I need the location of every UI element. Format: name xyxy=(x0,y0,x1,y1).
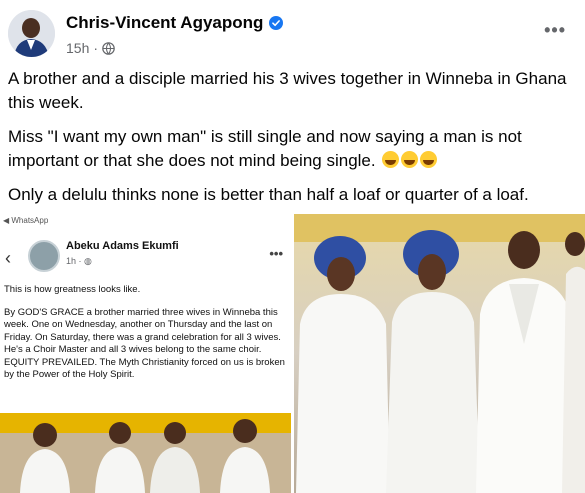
author-name-text[interactable]: Chris-Vincent Agyapong xyxy=(66,13,263,33)
shared-post-meta: 1h · ◍ xyxy=(66,256,92,267)
wedding-photo[interactable] xyxy=(294,214,585,493)
verified-badge-icon xyxy=(269,16,284,30)
meta-separator: · xyxy=(93,40,99,56)
wedding-photo-thumbnail xyxy=(0,413,291,493)
shared-globe-icon: ◍ xyxy=(84,256,92,266)
author-name[interactable]: Chris-Vincent Agyapong xyxy=(66,13,284,33)
shared-text-1: This is how greatness looks like. xyxy=(4,284,141,295)
more-options-button[interactable]: ••• xyxy=(544,20,566,41)
shared-post-time: 1h · xyxy=(66,256,85,266)
post-body: A brother and a disciple married his 3 w… xyxy=(8,67,578,217)
post-paragraph-2-text: Miss "I want my own man" is still single… xyxy=(8,127,522,170)
rolling-laughing-emoji-icon xyxy=(401,151,419,168)
globe-icon xyxy=(102,41,115,55)
shared-author-name: Abeku Adams Ekumfi xyxy=(66,240,179,252)
shared-text-2: By GOD'S GRACE a brother married three w… xyxy=(4,307,288,382)
post-paragraph-2: Miss "I want my own man" is still single… xyxy=(8,125,578,173)
shared-screenshot-image[interactable]: ◀ WhatsApp ‹ Abeku Adams Ekumfi 1h · ◍ •… xyxy=(0,214,291,493)
post-meta: 15h · xyxy=(66,40,115,56)
rolling-laughing-emoji-icon xyxy=(382,151,400,168)
rolling-laughing-emoji-icon xyxy=(420,151,438,168)
shared-post-text: This is how greatness looks like. By GOD… xyxy=(4,284,288,392)
whatsapp-back-label: ◀ WhatsApp xyxy=(3,216,49,225)
shared-author-avatar xyxy=(28,240,60,272)
post-media[interactable]: ◀ WhatsApp ‹ Abeku Adams Ekumfi 1h · ◍ •… xyxy=(0,214,585,493)
post-paragraph-1: A brother and a disciple married his 3 w… xyxy=(8,69,567,112)
post-time[interactable]: 15h xyxy=(66,40,89,56)
author-avatar[interactable] xyxy=(8,10,55,57)
post-header: Chris-Vincent Agyapong 15h · ••• xyxy=(8,8,578,60)
shared-more-options: ••• xyxy=(269,246,283,261)
back-chevron-icon: ‹ xyxy=(5,248,11,268)
post-paragraph-3: Only a delulu thinks none is better than… xyxy=(8,185,529,204)
shared-text-2-body: By GOD'S GRACE a brother married three w… xyxy=(4,306,285,381)
